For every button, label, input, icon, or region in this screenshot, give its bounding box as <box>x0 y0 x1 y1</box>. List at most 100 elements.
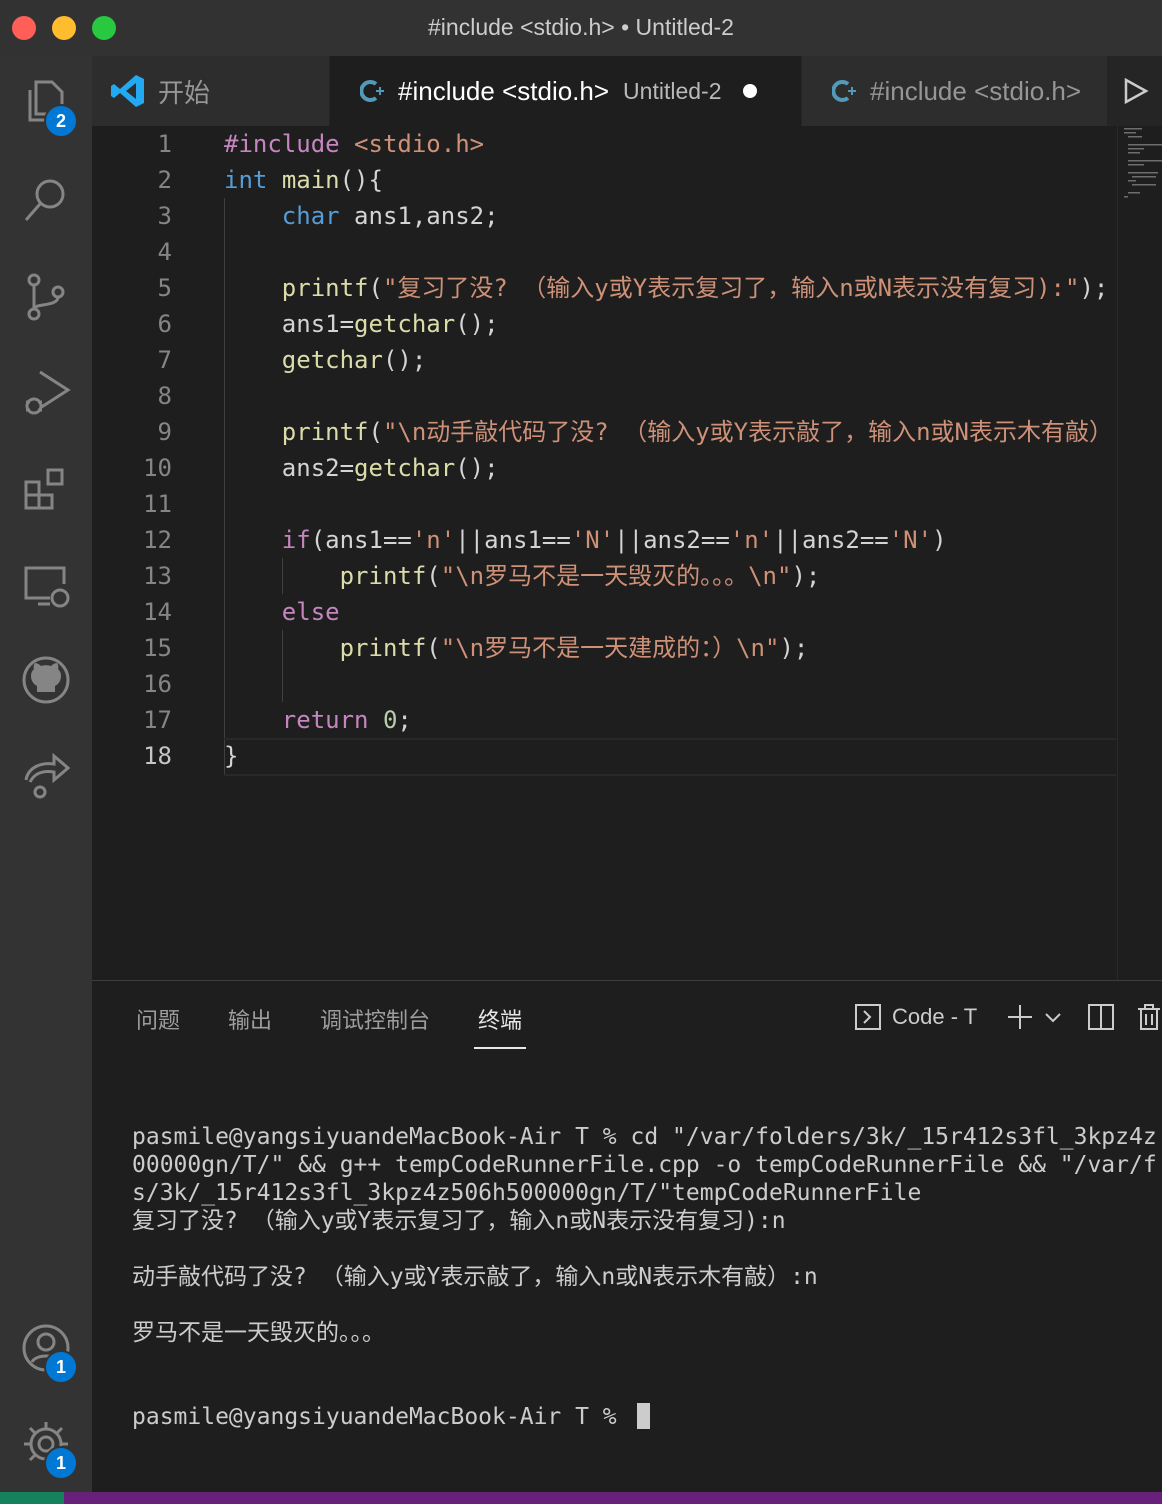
code-line[interactable]: 7 getchar(); <box>92 342 1162 378</box>
search-icon[interactable] <box>16 170 76 230</box>
code-token: ) <box>932 526 947 554</box>
tab-welcome[interactable]: 开始 <box>92 56 330 126</box>
github-icon[interactable] <box>16 650 76 710</box>
minimap[interactable] <box>1117 126 1162 980</box>
terminal-selector[interactable]: Code - T <box>854 1003 977 1031</box>
terminal-line: 复习了没? （输入y或Y表示复习了，输入n或N表示没有复习):n <box>132 1208 786 1234</box>
plus-icon <box>1008 1005 1032 1029</box>
remote-indicator-button[interactable] <box>0 1492 64 1504</box>
code-token: "\n罗马不是一天毁灭的。。。\n" <box>440 562 792 590</box>
source-control-icon[interactable] <box>16 266 76 326</box>
code-line[interactable]: 11 <box>92 486 1162 522</box>
code-token: getchar <box>281 346 383 374</box>
active-tab-indicator <box>474 1047 526 1049</box>
code-token: ||ans2== <box>614 526 730 554</box>
window-title: #include <stdio.h> • Untitled-2 <box>428 14 734 40</box>
remote-explorer-icon[interactable] <box>16 554 76 614</box>
line-number: 18 <box>143 742 172 770</box>
code-token: "\n动手敲代码了没? （输入y或Y表示敲了，输入n或N表示木有敲）: <box>382 418 1128 446</box>
code-text: } <box>224 738 238 774</box>
new-terminal-button[interactable] <box>1006 1003 1034 1036</box>
line-number: 13 <box>143 562 172 590</box>
code-line[interactable]: 18} <box>92 738 1162 774</box>
code-text: printf("\n动手敲代码了没? （输入y或Y表示敲了，输入n或N表示木有敲… <box>224 414 1128 450</box>
code-token: "\n罗马不是一天建成的：）\n" <box>440 634 780 662</box>
line-number: 6 <box>157 310 172 338</box>
code-line[interactable]: 14 else <box>92 594 1162 630</box>
play-icon <box>1124 77 1149 105</box>
code-token: main <box>281 166 340 194</box>
code-line[interactable]: 6 ans1=getchar(); <box>92 306 1162 342</box>
terminal-line: s/3k/_15r412s3fl_3kpz4z506h500000gn/T/"t… <box>132 1180 922 1206</box>
explorer-icon[interactable]: 2 <box>16 72 78 138</box>
vscode-logo-icon <box>110 73 146 109</box>
code-token: printf <box>339 634 427 662</box>
title-bar: #include <stdio.h> • Untitled-2 <box>0 0 1162 57</box>
trash-icon <box>1138 1004 1160 1030</box>
code-editor[interactable]: 1 #include <stdio.h> 2 int main(){3 char an… <box>92 126 1162 980</box>
chevron-down-icon <box>1045 1013 1061 1023</box>
run-code-button[interactable] <box>1108 56 1162 126</box>
code-token: ); <box>1079 274 1109 302</box>
code-line[interactable]: 3 char ans1,ans2; <box>92 198 1162 234</box>
terminal-output[interactable]: pasmile@yangsiyuandeMacBook-Air T % cd "… <box>132 1067 1162 1487</box>
tab-untitled-2[interactable]: #include <stdio.h> Untitled-2 <box>330 56 802 126</box>
code-token: ( <box>426 562 441 590</box>
tab-debug-console[interactable]: 调试控制台 <box>320 1003 430 1035</box>
code-text: #include <stdio.h> <box>224 126 484 162</box>
live-share-icon[interactable] <box>16 746 76 806</box>
line-number: 12 <box>143 526 172 554</box>
split-icon <box>1088 1004 1114 1030</box>
kill-terminal-button[interactable] <box>1136 1003 1162 1036</box>
code-line[interactable]: 10 ans2=getchar(); <box>92 450 1162 486</box>
code-token: ||ans1== <box>455 526 571 554</box>
code-token: int <box>224 166 268 194</box>
code-line[interactable]: 12 if(ans1=='n'||ans1=='N'||ans2=='n'||a… <box>92 522 1162 558</box>
code-line[interactable]: 16 <box>92 666 1162 702</box>
code-line[interactable]: 13 printf("\n罗马不是一天毁灭的。。。\n"); <box>92 558 1162 594</box>
activity-bar: 2 1 1 <box>0 56 92 1492</box>
accounts-badge: 1 <box>44 1350 78 1384</box>
bottom-panel: 问题 输出 调试控制台 终端 Code - T pasmile@yangsiyu… <box>92 980 1162 1493</box>
line-number: 4 <box>157 238 172 266</box>
line-number: 7 <box>157 346 172 374</box>
unsaved-dot-icon[interactable] <box>743 84 758 98</box>
cpp-file-icon <box>360 78 386 104</box>
line-number: 10 <box>143 454 172 482</box>
code-line[interactable]: 2 int main(){ <box>92 162 1162 198</box>
split-terminal-button[interactable] <box>1087 1003 1115 1036</box>
code-token: char <box>281 202 340 230</box>
editor-tabs: 开始 #include <stdio.h> Untitled-2 #includ… <box>92 56 1162 126</box>
accounts-icon[interactable]: 1 <box>16 1318 78 1384</box>
extensions-icon[interactable] <box>16 458 76 518</box>
tab-problems[interactable]: 问题 <box>136 1003 180 1035</box>
terminal-prompt-line: pasmile@yangsiyuandeMacBook-Air T % <box>132 1403 1162 1431</box>
terminal-name: Code - T <box>892 1004 978 1029</box>
status-bar <box>0 1492 1162 1504</box>
code-line[interactable]: 8 <box>92 378 1162 414</box>
tab-terminal[interactable]: 终端 <box>478 1003 522 1035</box>
run-and-debug-icon[interactable] <box>16 362 76 422</box>
line-number: 15 <box>143 634 172 662</box>
code-token: <stdio.h> <box>354 130 485 158</box>
line-number: 5 <box>157 274 172 302</box>
code-line[interactable]: 15 printf("\n罗马不是一天建成的：）\n"); <box>92 630 1162 666</box>
settings-badge: 1 <box>44 1446 78 1480</box>
tab-output[interactable]: 输出 <box>228 1003 272 1035</box>
code-line[interactable]: 9 printf("\n动手敲代码了没? （输入y或Y表示敲了，输入n或N表示木… <box>92 414 1162 450</box>
terminal-cursor <box>636 1403 650 1429</box>
code-text: printf("复习了没? （输入y或Y表示复习了，输入n或N表示没有复习):"… <box>224 270 1109 306</box>
terminal-line: 00000gn/T/" && g++ tempCodeRunnerFile.cp… <box>132 1152 1157 1178</box>
settings-gear-icon[interactable]: 1 <box>16 1414 78 1480</box>
tab-include-stdio[interactable]: #include <stdio.h> <box>802 56 1108 126</box>
code-line[interactable]: 1 #include <stdio.h> <box>92 126 1162 162</box>
code-line[interactable]: 5 printf("复习了没? （输入y或Y表示复习了，输入n或N表示没有复习)… <box>92 270 1162 306</box>
code-line[interactable]: 4 <box>92 234 1162 270</box>
code-line[interactable]: 17 return 0; <box>92 702 1162 738</box>
line-number: 9 <box>157 418 172 446</box>
terminal-dropdown-button[interactable] <box>1044 1009 1062 1032</box>
